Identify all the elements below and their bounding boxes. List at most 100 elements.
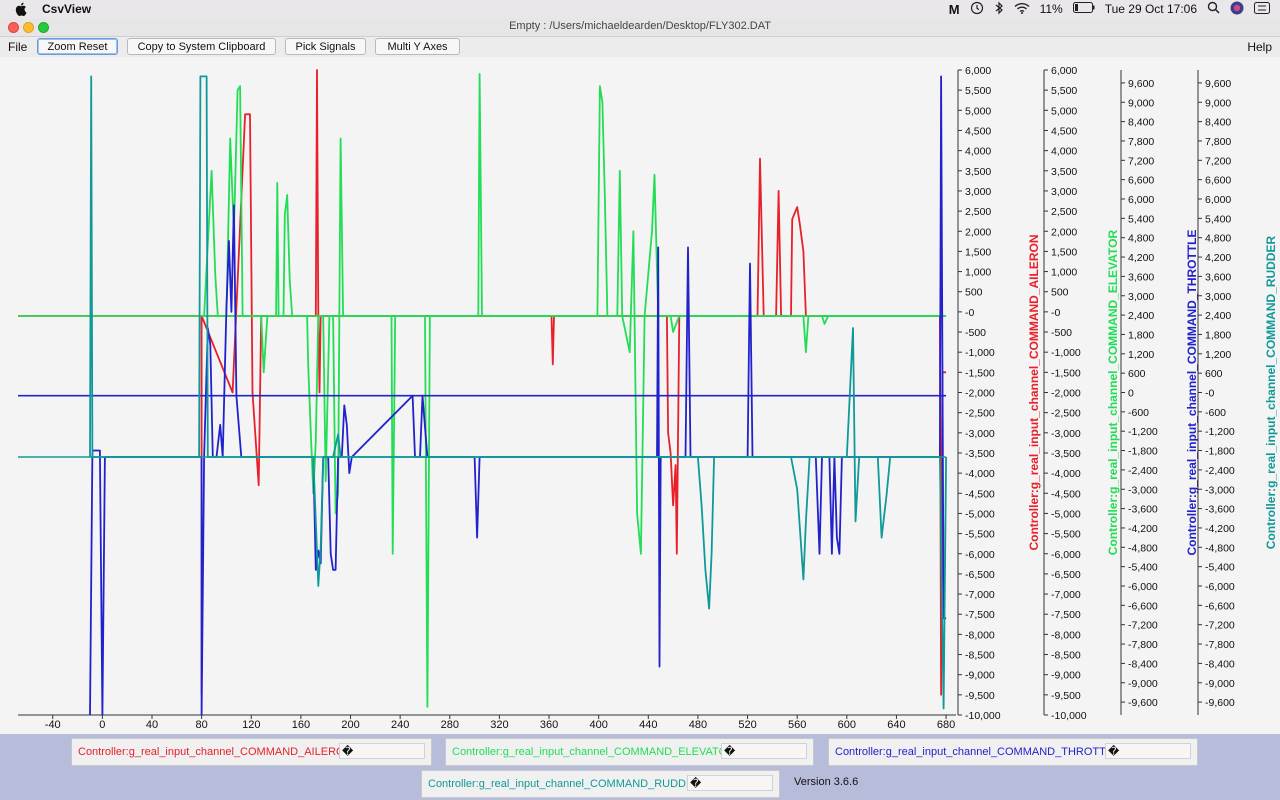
y-tick-label: -2,000 [1051,388,1081,400]
bluetooth-icon[interactable] [994,1,1004,18]
signal-chart[interactable]: -40 0 40 80 120 160 200 240 280 320 360 400 440 480 52… [0,58,1280,734]
y-tick-label: 2,000 [1051,226,1077,238]
y-tick-label: 5,500 [965,85,991,97]
y-tick-label: 600 [1205,368,1223,380]
y-axis-label: Controller:g_real_input_channel_COMMAND_… [1106,229,1120,555]
y-tick-label: 3,000 [965,186,991,198]
signal-item-aileron[interactable]: Controller:g_real_input_channel_COMMAND_… [71,738,432,766]
search-icon[interactable] [1207,1,1220,17]
time-machine-icon[interactable] [970,1,984,18]
x-tick-label: 680 [937,719,955,731]
y-tick-label: -1,500 [1051,367,1081,379]
y-tick-label: -5,400 [1205,562,1235,574]
x-tick-label: 440 [639,719,657,731]
siri-icon[interactable] [1230,1,1244,18]
y-tick-label: 8,400 [1128,117,1154,129]
wifi-icon[interactable] [1014,2,1030,17]
series-line [201,73,940,708]
apple-icon[interactable] [14,2,28,16]
x-tick-label: 120 [242,719,260,731]
y-tick-label: -2,000 [965,388,995,400]
y-tick-label: 7,200 [1128,155,1154,167]
control-center-icon[interactable] [1254,1,1270,17]
y-tick-label: 7,200 [1205,155,1231,167]
pick-signals-button[interactable]: Pick Signals [285,38,366,55]
y-tick-label: 4,000 [1051,146,1077,158]
y-tick-label: 2,400 [1205,310,1231,322]
y-tick-label: 3,500 [1051,166,1077,178]
signal-item-elevator[interactable]: Controller:g_real_input_channel_COMMAND_… [445,738,814,766]
signal-item-rudder[interactable]: Controller:g_real_input_channel_COMMAND_… [421,770,780,798]
chart-area[interactable]: -40 0 40 80 120 160 200 240 280 320 360 400 440 480 52… [0,58,1280,734]
y-tick-label: -600 [1128,407,1149,419]
y-tick-label: -600 [1205,407,1226,419]
y-tick-label: -2,400 [1205,465,1235,477]
zoom-reset-button[interactable]: Zoom Reset [37,38,118,55]
y-tick-label: -8,000 [1051,629,1081,641]
y-tick-label: 5,000 [965,105,991,117]
help-menu[interactable]: Help [1247,40,1272,54]
x-tick-label: 0 [99,719,105,731]
y-tick-label: -1,800 [1128,446,1158,458]
y-tick-label: -3,500 [1051,448,1081,460]
y-tick-label: 4,000 [965,146,991,158]
y-axis-label: Controller:g_real_input_channel_COMMAND_… [1185,229,1199,555]
y-tick-label: 7,800 [1128,136,1154,148]
app-name[interactable]: CsvView [42,2,91,16]
y-tick-label: -3,000 [1128,484,1158,496]
y-tick-label: -9,500 [965,690,995,702]
y-tick-label: 2,000 [965,226,991,238]
y-tick-label: -9,600 [1128,697,1158,709]
signal-item-throttle[interactable]: Controller:g_real_input_channel_COMMAND_… [828,738,1198,766]
y-tick-label: -6,000 [1128,581,1158,593]
y-tick-label: -2,400 [1128,465,1158,477]
signal-value-field[interactable]: � [1105,743,1191,759]
y-tick-label: 3,000 [1051,186,1077,198]
battery-icon[interactable] [1072,2,1095,16]
file-menu[interactable]: File [8,40,27,54]
y-tick-label: -4,000 [965,468,995,480]
maltego-icon[interactable]: M [949,2,960,17]
y-tick-label: 5,500 [1051,85,1077,97]
y-tick-label: -7,500 [965,609,995,621]
series-line [200,69,947,696]
y-tick-label: -1,000 [1051,347,1081,359]
y-tick-label: -1,000 [965,347,995,359]
macos-menu-bar: CsvView M 11% Tue 29 Oct 17:06 [0,0,1280,18]
y-tick-label: 4,200 [1205,252,1231,264]
y-tick-label: 9,600 [1128,78,1154,90]
y-tick-label: -3,000 [965,428,995,440]
x-tick-label: 400 [589,719,607,731]
y-tick-label: 6,000 [1205,194,1231,206]
copy-to-clipboard-button[interactable]: Copy to System Clipboard [127,38,276,55]
y-tick-label: -500 [1051,327,1072,339]
y-axis-label: Controller:g_real_input_channel_COMMAND_… [1264,235,1278,549]
y-tick-label: -7,800 [1128,639,1158,651]
y-tick-label: 0 [1128,388,1134,400]
y-tick-label: 1,200 [1205,349,1231,361]
signal-value-field[interactable]: � [339,743,425,759]
x-tick-label: 360 [540,719,558,731]
series-line [89,75,947,710]
signal-value-field[interactable]: � [721,743,807,759]
y-tick-label: 2,500 [965,206,991,218]
y-tick-label: 1,800 [1128,329,1154,341]
multi-y-axes-button[interactable]: Multi Y Axes [375,38,460,55]
y-tick-label: -8,000 [965,629,995,641]
y-tick-label: 2,500 [1051,206,1077,218]
battery-percent: 11% [1039,2,1063,16]
y-tick-label: -6,600 [1128,600,1158,612]
y-tick-label: -0 [1051,307,1060,319]
x-tick-label: 160 [292,719,310,731]
y-tick-label: -7,200 [1205,620,1235,632]
y-tick-label: -3,600 [1205,504,1235,516]
y-tick-label: -3,600 [1128,504,1158,516]
toolbar: File Zoom Reset Copy to System Clipboard… [0,37,1280,57]
y-tick-label: -4,200 [1205,523,1235,535]
y-tick-label: 3,500 [965,166,991,178]
signal-value-field[interactable]: � [687,775,773,791]
signal-label: Controller:g_real_input_channel_COMMAND_… [428,778,702,790]
y-tick-label: 3,600 [1128,271,1154,283]
x-tick-label: 200 [341,719,359,731]
clock[interactable]: Tue 29 Oct 17:06 [1105,2,1197,16]
